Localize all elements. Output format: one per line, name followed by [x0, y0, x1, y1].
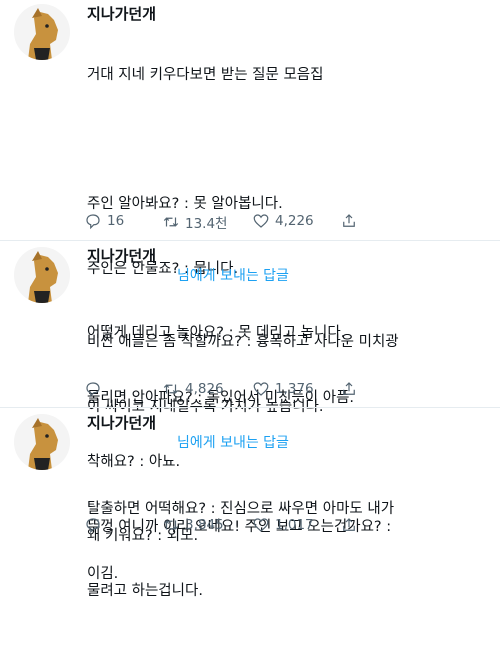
tweet-actions: 16 13.4천 4,226 — [84, 212, 384, 232]
avatar[interactable] — [14, 414, 70, 470]
share-icon — [343, 518, 355, 531]
text-line: 거대 지네 키우다보면 받는 질문 모음집 — [87, 67, 324, 83]
heart-icon — [253, 382, 269, 396]
tweet-actions: 4,826 1,376 — [84, 380, 384, 400]
retweet-count: 13.4천 — [185, 216, 228, 232]
like-count: 1,376 — [275, 381, 314, 397]
avatar[interactable] — [14, 4, 70, 60]
heart-icon — [253, 518, 269, 532]
text-line: 이김. — [87, 565, 119, 582]
author-name[interactable]: 지나가던개 — [87, 3, 156, 24]
retweet-count: 4,826 — [185, 381, 224, 397]
like-count: 1,017 — [275, 517, 314, 533]
share-button[interactable] — [340, 516, 358, 534]
text-line: 비싼 애들은 좀 착할까요? : 흉폭하고 사나운 미치광 — [87, 334, 399, 350]
reply-button[interactable] — [84, 380, 102, 398]
retweet-button[interactable]: 4,826 — [162, 380, 224, 398]
tweet[interactable]: 지나가던개 거대 지네 키우다보면 받는 질문 모음집 주인 알아봐요? : 못… — [0, 0, 500, 599]
heart-icon — [253, 214, 269, 228]
share-icon — [343, 382, 355, 395]
replying-to[interactable]: 님에게 보내는 답글 — [177, 265, 289, 285]
tweet-text: 탈출하면 어떡해요? : 진심으로 싸우면 아마도 내가 이김. — [87, 456, 394, 628]
avatar[interactable] — [14, 247, 70, 303]
share-button[interactable] — [340, 380, 358, 398]
dog-avatar-icon — [14, 4, 70, 60]
retweet-count: 3,845 — [185, 517, 224, 533]
like-count: 4,226 — [275, 213, 314, 229]
retweet-button[interactable]: 13.4천 — [162, 212, 227, 232]
share-button[interactable] — [340, 212, 358, 230]
reply-icon — [86, 214, 100, 230]
reply-button[interactable]: 16 — [84, 212, 124, 230]
author-name[interactable]: 지나가던개 — [87, 412, 156, 433]
retweet-button[interactable]: 3,845 — [162, 516, 224, 534]
tweet[interactable]: 지나가던개 님에게 보내는 답글 비싼 애들은 좀 착할까요? : 흉폭하고 사… — [0, 241, 500, 544]
reply-icon — [86, 382, 100, 398]
text-line — [87, 130, 391, 152]
retweet-icon — [163, 520, 179, 530]
reply-icon — [86, 518, 100, 534]
retweet-icon — [163, 384, 179, 394]
author-name[interactable]: 지나가던개 — [87, 245, 156, 266]
share-icon — [343, 214, 355, 227]
retweet-icon — [163, 217, 179, 227]
tweet[interactable]: 지나가던개 님에게 보내는 답글 탈출하면 어떡해요? : 진심으로 싸우면 아… — [0, 408, 500, 582]
reply-count: 16 — [107, 213, 125, 229]
dog-avatar-icon — [14, 414, 70, 470]
like-button[interactable]: 1,017 — [252, 516, 314, 534]
replying-to[interactable]: 님에게 보내는 답글 — [177, 432, 289, 452]
tweet-actions: 3,845 1,017 — [84, 516, 384, 536]
reply-button[interactable] — [84, 516, 102, 534]
dog-avatar-icon — [14, 247, 70, 303]
like-button[interactable]: 1,376 — [252, 380, 314, 398]
like-button[interactable]: 4,226 — [252, 212, 314, 230]
